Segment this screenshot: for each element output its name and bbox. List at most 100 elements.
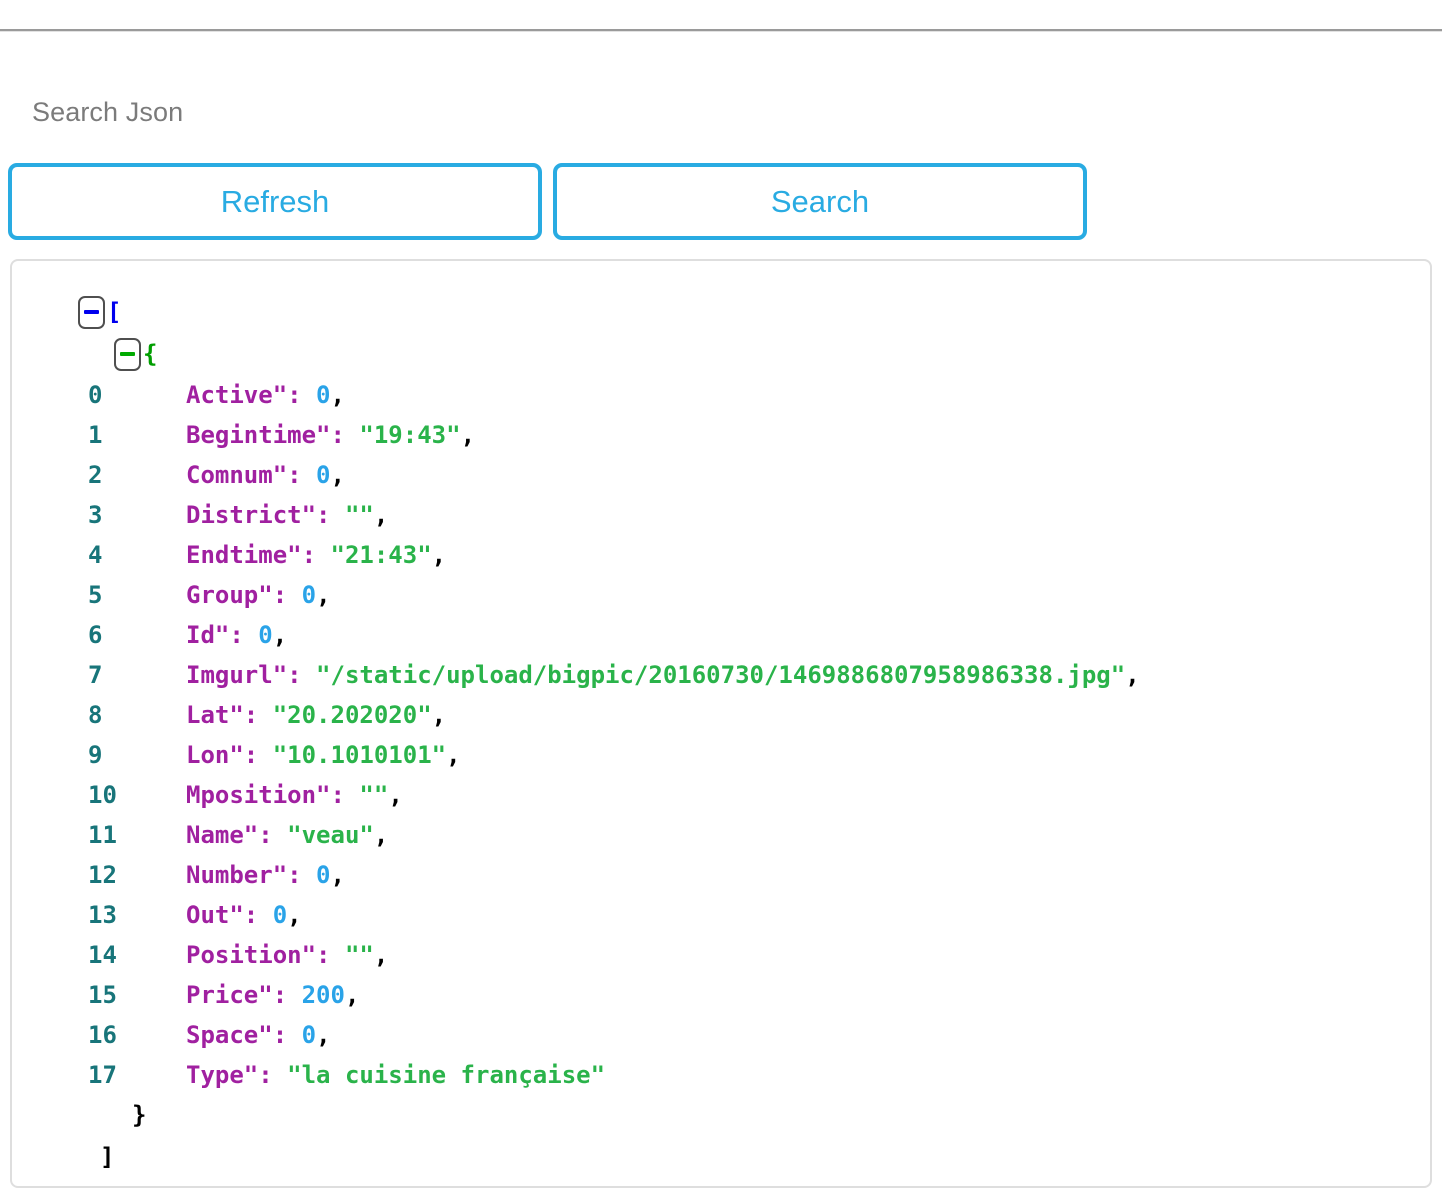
- json-comma: ,: [388, 781, 403, 809]
- json-property-content: Mposition": "",: [140, 775, 403, 815]
- json-tree: [ { 0 Active": 0, 1 Begintime": "19:43", 2 Co…: [12, 261, 1430, 1179]
- json-value[interactable]: "19:43": [359, 421, 460, 449]
- json-property-content: Begintime": "19:43",: [140, 415, 475, 455]
- search-button[interactable]: Search: [553, 163, 1087, 240]
- json-comma: ,: [373, 501, 389, 529]
- json-comma: ,: [1125, 661, 1140, 689]
- json-comma: ,: [330, 461, 345, 489]
- json-property-row: 10 Mposition": "",: [12, 775, 1430, 815]
- line-number: 13: [88, 901, 117, 929]
- object-open-brace: {: [143, 340, 158, 368]
- json-key[interactable]: Number":: [186, 861, 302, 889]
- json-property-content: Price": 200,: [140, 975, 359, 1015]
- json-value[interactable]: 0: [316, 461, 330, 489]
- json-value[interactable]: 0: [302, 1021, 316, 1049]
- json-key[interactable]: Group":: [186, 581, 287, 609]
- json-property-row: 16 Space": 0,: [12, 1015, 1430, 1055]
- json-key[interactable]: Position":: [186, 941, 331, 969]
- line-number: 14: [88, 941, 117, 969]
- json-key[interactable]: Mposition":: [186, 781, 345, 809]
- json-comma: ,: [446, 741, 461, 769]
- json-value[interactable]: 200: [302, 981, 345, 1009]
- json-property-content: District": "",: [140, 495, 388, 535]
- json-value[interactable]: "10.1010101": [273, 741, 446, 769]
- toolbar: Refresh Search: [8, 163, 1087, 240]
- refresh-button[interactable]: Refresh: [8, 163, 542, 240]
- json-comma: ,: [287, 901, 302, 929]
- json-value[interactable]: "20.202020": [273, 701, 432, 729]
- json-property-content: Position": "",: [140, 935, 388, 975]
- json-property-content: Group": 0,: [140, 575, 331, 615]
- line-number: 5: [88, 581, 103, 609]
- json-comma: ,: [316, 581, 331, 609]
- line-number: 15: [88, 981, 117, 1009]
- page-root: Search Json Refresh Search [ { 0 Active":…: [0, 0, 1442, 1198]
- line-number: 12: [88, 861, 117, 889]
- collapse-object-toggle-icon[interactable]: [114, 337, 141, 371]
- json-property-row: 11 Name": "veau",: [12, 815, 1430, 855]
- top-divider: [0, 29, 1442, 32]
- json-viewer-panel: [ { 0 Active": 0, 1 Begintime": "19:43", 2 Co…: [10, 259, 1432, 1188]
- json-key[interactable]: Name":: [186, 821, 273, 849]
- line-number: 17: [88, 1061, 117, 1089]
- json-property-content: Lon": "10.1010101",: [140, 735, 461, 775]
- json-comma: ,: [431, 541, 447, 569]
- json-value[interactable]: "la cuisine française": [287, 1061, 605, 1089]
- line-number: 0: [88, 381, 103, 409]
- json-property-row: 12 Number": 0,: [12, 855, 1430, 895]
- line-number: 1: [88, 421, 103, 449]
- json-property-content: Type": "la cuisine française": [140, 1055, 605, 1095]
- json-comma: ,: [373, 941, 389, 969]
- json-property-row: 1 Begintime": "19:43",: [12, 415, 1430, 455]
- json-array-open-row: [: [12, 291, 1430, 333]
- json-property-row: 17 Type": "la cuisine française": [12, 1055, 1430, 1095]
- json-comma: ,: [344, 981, 360, 1009]
- line-number: 10: [88, 781, 117, 809]
- json-value[interactable]: "/static/upload/bigpic/20160730/14698868…: [316, 661, 1125, 689]
- json-key[interactable]: Out":: [186, 901, 258, 929]
- json-key[interactable]: Id":: [186, 621, 244, 649]
- json-property-content: Out": 0,: [140, 895, 302, 935]
- json-key[interactable]: Endtime":: [186, 541, 316, 569]
- json-rows: 0 Active": 0, 1 Begintime": "19:43", 2 Comnum…: [12, 375, 1430, 1095]
- json-property-row: 13 Out": 0,: [12, 895, 1430, 935]
- json-key[interactable]: Price":: [186, 981, 287, 1009]
- json-key[interactable]: Space":: [186, 1021, 287, 1049]
- json-value[interactable]: "": [359, 781, 388, 809]
- line-number: 2: [88, 461, 103, 489]
- json-property-content: Id": 0,: [140, 615, 287, 655]
- json-key[interactable]: Lat":: [186, 701, 258, 729]
- json-value[interactable]: 0: [258, 621, 272, 649]
- json-property-content: Endtime": "21:43",: [140, 535, 446, 575]
- json-property-content: Name": "veau",: [140, 815, 388, 855]
- line-number: 4: [88, 541, 103, 569]
- json-value[interactable]: "": [345, 941, 374, 969]
- json-key[interactable]: Begintime":: [186, 421, 345, 449]
- line-number: 11: [88, 821, 117, 849]
- json-value[interactable]: 0: [302, 581, 316, 609]
- json-key[interactable]: Type":: [186, 1061, 273, 1089]
- array-close-bracket: ]: [100, 1143, 115, 1171]
- json-comma: ,: [272, 621, 288, 649]
- json-property-content: Imgurl": "/static/upload/bigpic/20160730…: [140, 655, 1140, 695]
- json-property-row: 14 Position": "",: [12, 935, 1430, 975]
- json-key[interactable]: Imgurl":: [186, 661, 302, 689]
- json-comma: ,: [330, 861, 345, 889]
- json-key[interactable]: District":: [186, 501, 331, 529]
- line-number: 7: [88, 661, 103, 689]
- json-property-row: 3 District": "",: [12, 495, 1430, 535]
- json-key[interactable]: Lon":: [186, 741, 258, 769]
- json-value[interactable]: 0: [316, 861, 330, 889]
- collapse-array-toggle-icon[interactable]: [78, 295, 105, 329]
- json-value[interactable]: "veau": [287, 821, 374, 849]
- json-value[interactable]: 0: [273, 901, 287, 929]
- json-value[interactable]: 0: [316, 381, 330, 409]
- json-value[interactable]: "": [345, 501, 374, 529]
- json-comma: ,: [373, 821, 389, 849]
- array-open-bracket: [: [107, 298, 122, 326]
- json-key[interactable]: Active":: [186, 381, 302, 409]
- json-comma: ,: [316, 1021, 331, 1049]
- json-property-row: 5 Group": 0,: [12, 575, 1430, 615]
- json-key[interactable]: Comnum":: [186, 461, 302, 489]
- json-value[interactable]: "21:43": [331, 541, 432, 569]
